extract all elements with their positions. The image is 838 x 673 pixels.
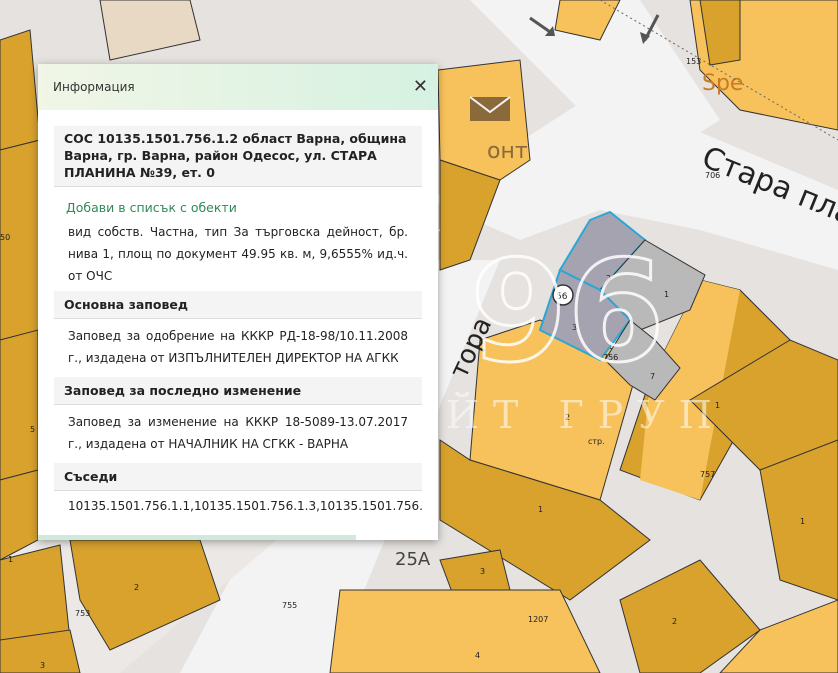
info-panel: Информация ✕ СОС 10135.1501.756.1.2 обла… <box>38 64 438 540</box>
horizontal-scrollbar[interactable] <box>38 535 356 540</box>
panel-title: Информация <box>53 80 135 94</box>
parcel-number: 2 <box>134 583 139 592</box>
parcel-number: 153 <box>686 57 701 66</box>
mail-icon <box>469 96 511 121</box>
parcel-number: 2 <box>565 413 570 422</box>
parcel-number: 1207 <box>528 615 548 624</box>
neighbors-list: 10135.1501.756.1.1,10135.1501.756.1.3,10… <box>68 499 422 513</box>
poi-label: Spe <box>702 71 743 96</box>
add-to-list-link[interactable]: Добави в списък с обекти <box>54 187 422 221</box>
close-button[interactable]: ✕ <box>413 78 428 96</box>
section-last-change: Заповед за последно изменение <box>54 377 422 405</box>
main-order-text: Заповед за одобрение на КККР РД-18-98/10… <box>68 329 408 365</box>
parcel-number: 4 <box>475 651 480 660</box>
property-description: вид собств. Частна, тип За търговска дей… <box>68 225 408 283</box>
parcel-number: 756 <box>603 353 618 362</box>
parcel-number: 1 <box>800 517 805 526</box>
parcel <box>329 589 601 673</box>
parcel-number: 1 <box>715 401 720 410</box>
parcel-number: 3 <box>572 323 577 332</box>
building-badge-number: 56 <box>556 292 568 302</box>
parcel-number: 755 <box>282 601 297 610</box>
parcel <box>0 329 39 481</box>
panel-header: Информация ✕ <box>38 64 438 110</box>
parcel-number: 1 <box>664 290 669 299</box>
property-title: СОС 10135.1501.756.1.2 област Варна, общ… <box>54 126 422 187</box>
parcel-number: 2 <box>606 274 611 283</box>
parcel-number: стр. <box>588 437 605 446</box>
parcel-number: 7 <box>650 372 655 381</box>
parcel-number: 5 <box>30 425 35 434</box>
street-number-label: 25А <box>395 549 431 570</box>
section-neighbors: Съседи <box>54 463 422 491</box>
panel-body: СОС 10135.1501.756.1.2 област Варна, общ… <box>54 126 422 534</box>
parcel-number: 1 <box>8 555 13 564</box>
parcel-number: 3 <box>40 661 45 670</box>
section-main-order: Основна заповед <box>54 291 422 319</box>
parcel-number: 50 <box>0 233 10 242</box>
parcel-number: 3 <box>480 567 485 576</box>
parcel-number: 753 <box>75 609 90 618</box>
last-change-text: Заповед за изменение на КККР 18-5089-13.… <box>68 415 408 451</box>
parcel-number: 2 <box>672 617 677 626</box>
parcel-number: 1 <box>538 505 543 514</box>
poi-label: онт <box>487 139 528 164</box>
parcel-number: 757 <box>700 470 715 479</box>
